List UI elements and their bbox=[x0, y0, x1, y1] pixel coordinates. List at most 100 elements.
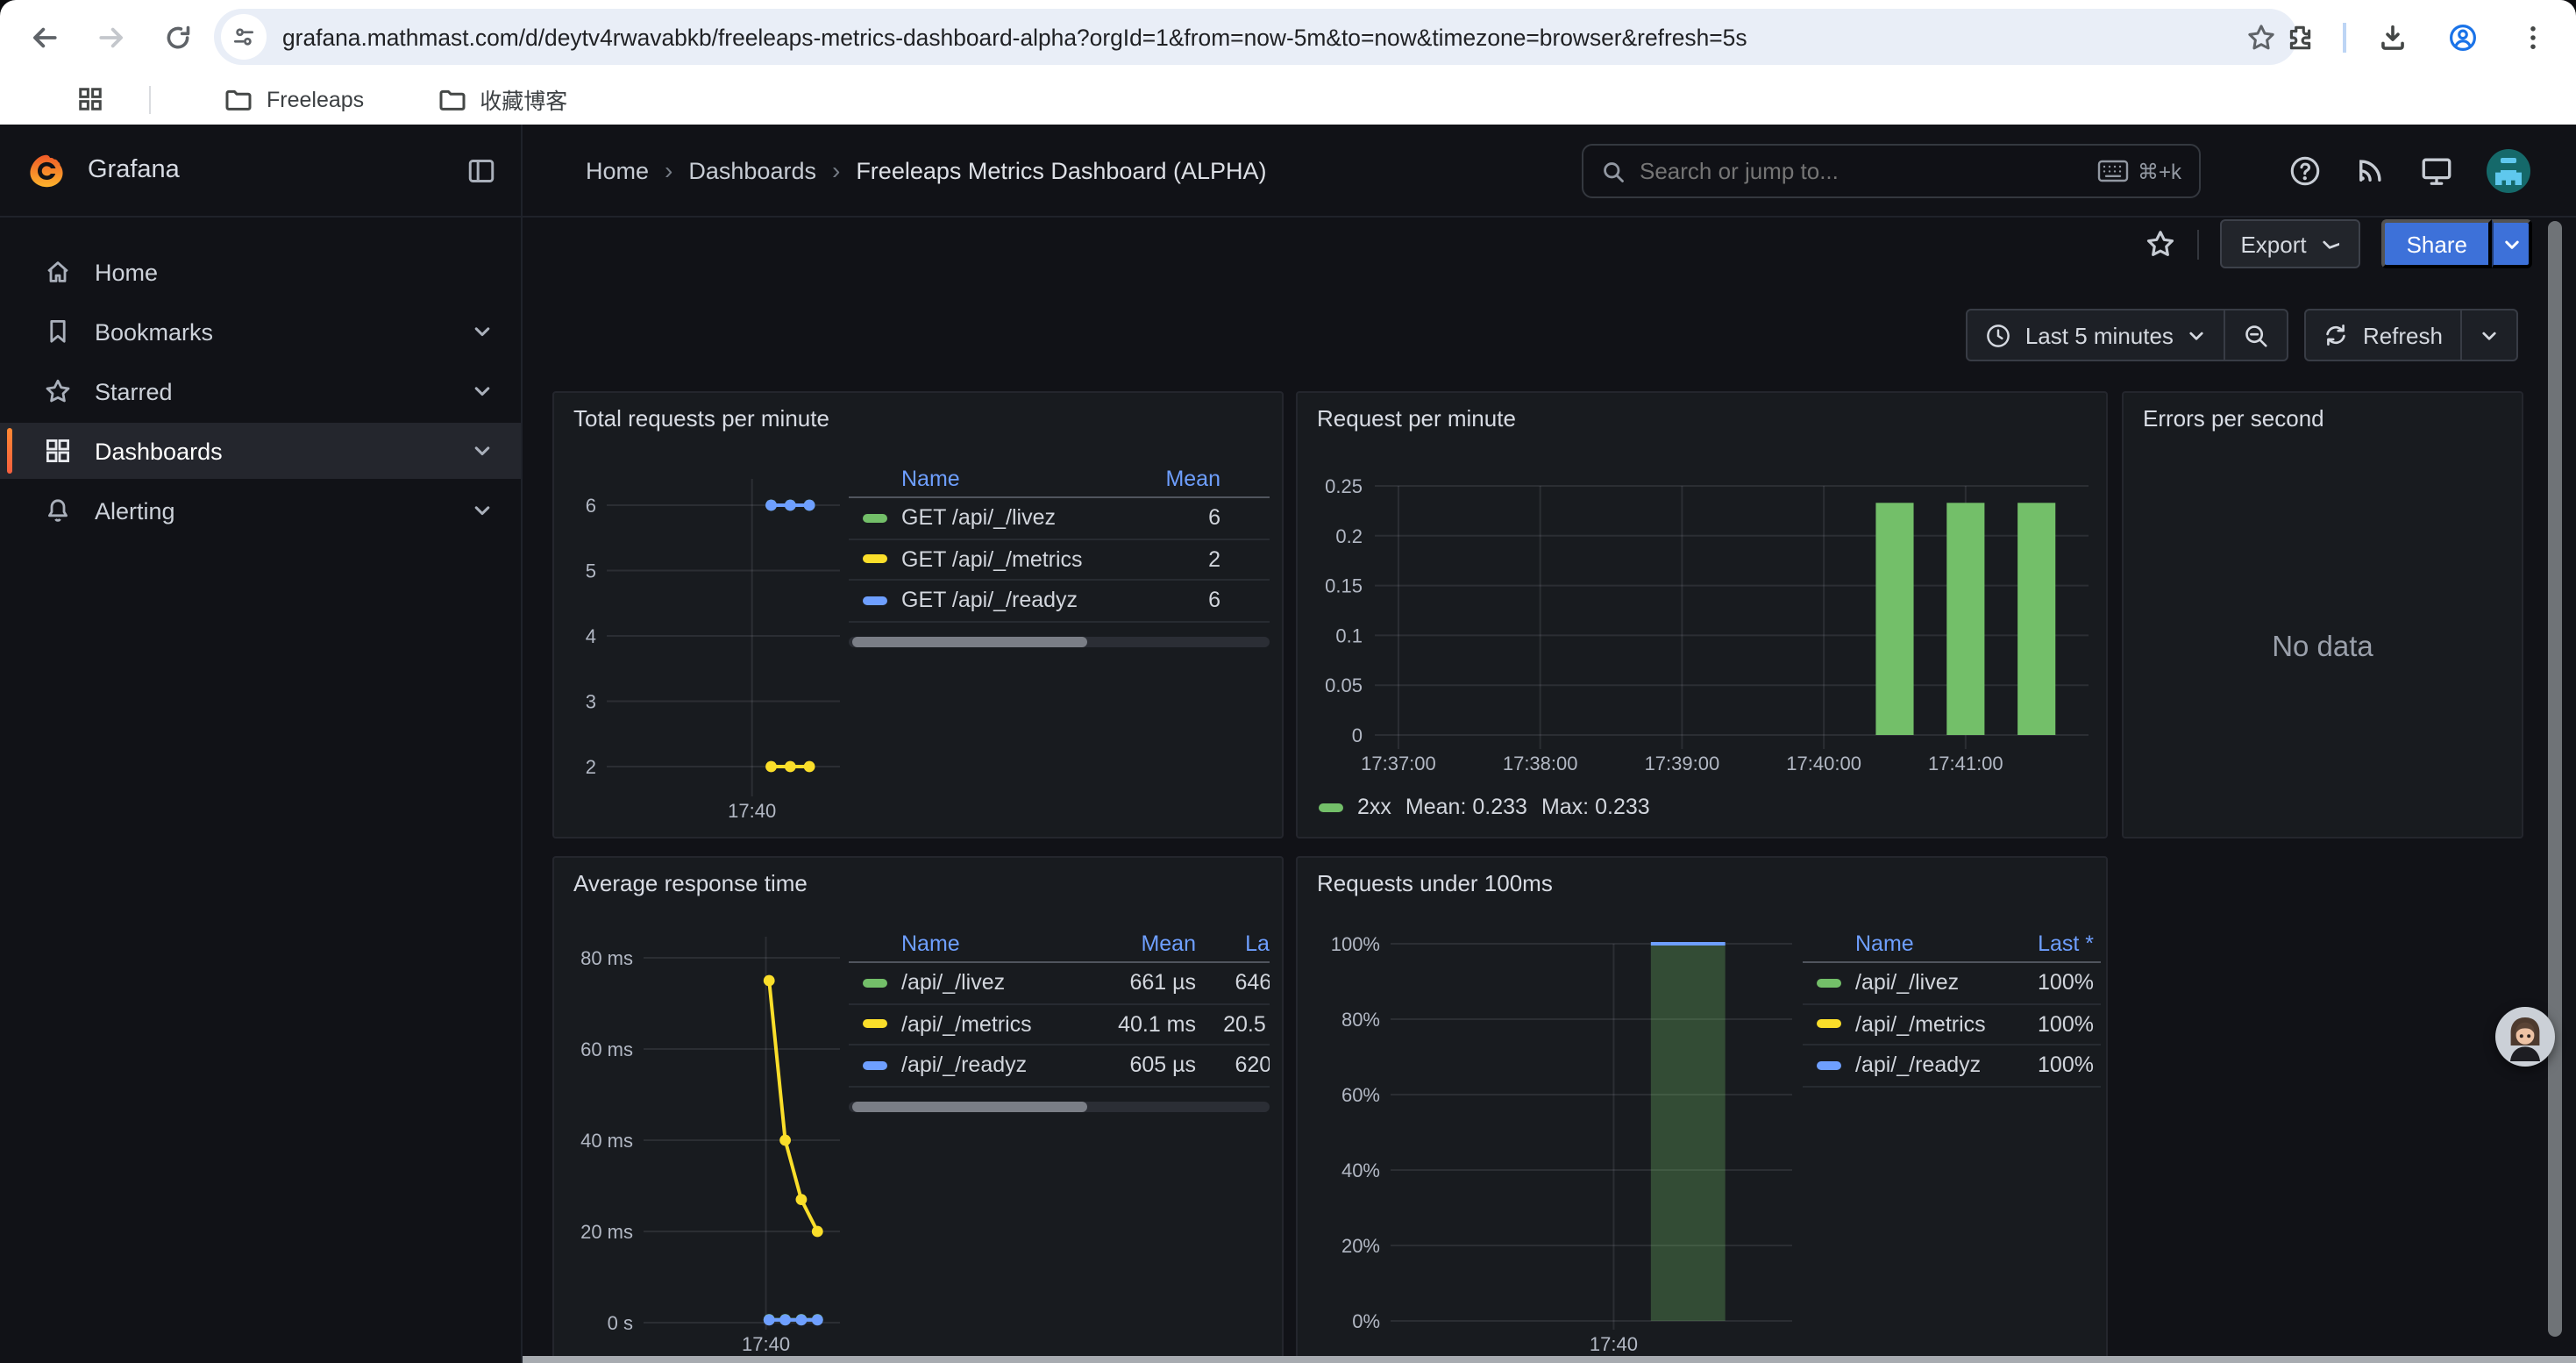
table-header[interactable]: NameLast * bbox=[1803, 924, 2101, 963]
panel-title[interactable]: Request per minute bbox=[1317, 405, 1516, 432]
svg-text:17:38:00: 17:38:00 bbox=[1503, 753, 1578, 774]
sidebar-item-alerting[interactable]: Alerting bbox=[0, 482, 521, 539]
table-hscrollbar[interactable] bbox=[849, 636, 1270, 646]
series-color-pill bbox=[1817, 1020, 1841, 1029]
assistant-avatar[interactable] bbox=[2495, 1007, 2555, 1067]
url-bar[interactable] bbox=[214, 9, 2297, 65]
panel-total-requests[interactable]: Total requests per minute 6543217:40 Nam… bbox=[552, 391, 1284, 838]
chevron-down-icon[interactable] bbox=[472, 500, 493, 521]
svg-text:4: 4 bbox=[586, 625, 596, 647]
table-row[interactable]: /api/_/livez661 µs646 µs bbox=[849, 963, 1270, 1004]
browser-window: Freeleaps 收藏博客 Grafana bbox=[0, 0, 2576, 1363]
zoom-out-button[interactable] bbox=[2226, 310, 2288, 360]
share-button-group: Share bbox=[2382, 219, 2532, 268]
chart-legend[interactable]: 2xx Mean: 0.233 Max: 0.233 bbox=[1319, 795, 1650, 819]
search-field[interactable] bbox=[1640, 158, 2097, 184]
refresh-button[interactable]: Refresh bbox=[2307, 310, 2460, 360]
apps-grid-icon[interactable] bbox=[77, 86, 103, 112]
table-row[interactable]: /api/_/metrics100% bbox=[1803, 1004, 2101, 1045]
help-icon[interactable] bbox=[2288, 153, 2322, 187]
svg-text:17:40: 17:40 bbox=[742, 1333, 790, 1355]
forward-icon[interactable] bbox=[81, 7, 140, 67]
girl-avatar-icon bbox=[2501, 1012, 2550, 1061]
site-settings-icon[interactable] bbox=[221, 14, 267, 60]
table-header[interactable]: NameMeanLast * bbox=[849, 924, 1270, 963]
table-row[interactable]: /api/_/metrics40.1 ms20.5 ms bbox=[849, 1004, 1270, 1045]
news-rss-icon[interactable] bbox=[2355, 154, 2387, 186]
panel-title[interactable]: Average response time bbox=[573, 870, 808, 896]
panel-avg-response-time[interactable]: Average response time 80 ms60 ms40 ms20 … bbox=[552, 856, 1284, 1363]
series-color-pill bbox=[1817, 979, 1841, 988]
sidebar-item-starred[interactable]: Starred bbox=[0, 363, 521, 419]
bell-icon bbox=[44, 496, 72, 525]
app-header: Home › Dashboards › Freeleaps Metrics Da… bbox=[523, 125, 2576, 218]
browser-menu-icon[interactable] bbox=[2502, 7, 2562, 67]
breadcrumb-dashboards[interactable]: Dashboards bbox=[688, 157, 816, 183]
panel-errors-per-second[interactable]: Errors per second No data bbox=[2122, 391, 2523, 838]
table-header[interactable]: NameMean bbox=[849, 460, 1270, 498]
panel-title[interactable]: Requests under 100ms bbox=[1317, 870, 1553, 896]
time-controls: Last 5 minutes Refresh bbox=[1966, 309, 2518, 361]
page-hscrollbar[interactable] bbox=[523, 1356, 2576, 1363]
panel-request-per-minute[interactable]: Request per minute 0.250.20.150.10.05017… bbox=[1296, 391, 2108, 838]
downloads-icon[interactable] bbox=[2362, 7, 2422, 67]
table-row[interactable]: GET /api/_/metrics2 bbox=[849, 539, 1270, 581]
extensions-icon[interactable] bbox=[2269, 7, 2329, 67]
share-button[interactable]: Share bbox=[2382, 219, 2492, 268]
svg-text:0.1: 0.1 bbox=[1335, 624, 1363, 646]
keyboard-icon bbox=[2097, 160, 2129, 182]
chevron-down-icon[interactable] bbox=[472, 321, 493, 342]
search-input[interactable]: ⌘+k bbox=[1582, 144, 2201, 198]
table-row[interactable]: /api/_/livez100% bbox=[1803, 963, 2101, 1004]
url-input[interactable] bbox=[282, 24, 2246, 50]
bookmark-folder-freeleaps[interactable]: Freeleaps bbox=[224, 87, 364, 111]
panel-title[interactable]: Total requests per minute bbox=[573, 405, 829, 432]
share-menu-button[interactable] bbox=[2492, 219, 2532, 268]
legend-table: NameMean GET /api/_/livez6 GET /api/_/me… bbox=[849, 460, 1270, 646]
series-color-pill bbox=[863, 1020, 887, 1029]
favorite-star-icon[interactable] bbox=[2144, 228, 2175, 260]
svg-text:20 ms: 20 ms bbox=[580, 1221, 633, 1243]
refresh-interval-button[interactable] bbox=[2462, 310, 2516, 360]
folder-icon bbox=[224, 87, 253, 111]
svg-text:0.2: 0.2 bbox=[1335, 525, 1363, 547]
chevron-down-icon bbox=[2321, 234, 2340, 253]
table-hscrollbar[interactable] bbox=[849, 1101, 1270, 1111]
sidebar-item-label: Dashboards bbox=[95, 438, 472, 464]
export-button[interactable]: Export bbox=[2219, 219, 2360, 268]
svg-text:40 ms: 40 ms bbox=[580, 1130, 633, 1152]
table-row[interactable]: GET /api/_/readyz6 bbox=[849, 581, 1270, 622]
reload-icon[interactable] bbox=[147, 7, 207, 67]
chevron-down-icon[interactable] bbox=[472, 440, 493, 461]
user-avatar[interactable] bbox=[2487, 148, 2530, 192]
time-range-picker[interactable]: Last 5 minutes bbox=[1968, 310, 2224, 360]
table-row[interactable]: /api/_/readyz100% bbox=[1803, 1045, 2101, 1087]
chevron-down-icon bbox=[2501, 234, 2521, 253]
panel-title[interactable]: Errors per second bbox=[2143, 405, 2324, 432]
sidebar-collapse-icon[interactable] bbox=[466, 155, 496, 185]
sidebar-item-label: Starred bbox=[95, 378, 472, 404]
search-shortcut: ⌘+k bbox=[2097, 159, 2181, 183]
clock-icon bbox=[1985, 322, 2011, 348]
chevron-down-icon[interactable] bbox=[472, 381, 493, 402]
series-color-pill bbox=[863, 555, 887, 564]
sidebar-item-label: Home bbox=[95, 259, 521, 285]
svg-text:80%: 80% bbox=[1341, 1009, 1380, 1031]
sidebar-item-bookmarks[interactable]: Bookmarks bbox=[0, 303, 521, 360]
bookmark-folder-blogs[interactable]: 收藏博客 bbox=[438, 82, 567, 116]
svg-text:17:40:00: 17:40:00 bbox=[1786, 753, 1861, 774]
monitor-icon[interactable] bbox=[2420, 153, 2453, 187]
profile-icon[interactable] bbox=[2432, 7, 2492, 67]
table-row[interactable]: GET /api/_/livez6 bbox=[849, 498, 1270, 539]
sidebar-item-home[interactable]: Home bbox=[0, 244, 521, 300]
time-range-group: Last 5 minutes bbox=[1966, 309, 2289, 361]
sidebar-item-dashboards[interactable]: Dashboards bbox=[0, 423, 521, 479]
folder-icon bbox=[438, 87, 466, 111]
panel-requests-under-100ms[interactable]: Requests under 100ms 100%80%60%40%20%0%1… bbox=[1296, 856, 2108, 1363]
breadcrumb-home[interactable]: Home bbox=[586, 157, 649, 183]
svg-text:0.15: 0.15 bbox=[1325, 575, 1363, 597]
table-row[interactable]: /api/_/readyz605 µs620 µs bbox=[849, 1045, 1270, 1087]
page-vscrollbar[interactable] bbox=[2546, 218, 2564, 1356]
svg-text:2: 2 bbox=[586, 756, 596, 778]
back-icon[interactable] bbox=[14, 7, 74, 67]
